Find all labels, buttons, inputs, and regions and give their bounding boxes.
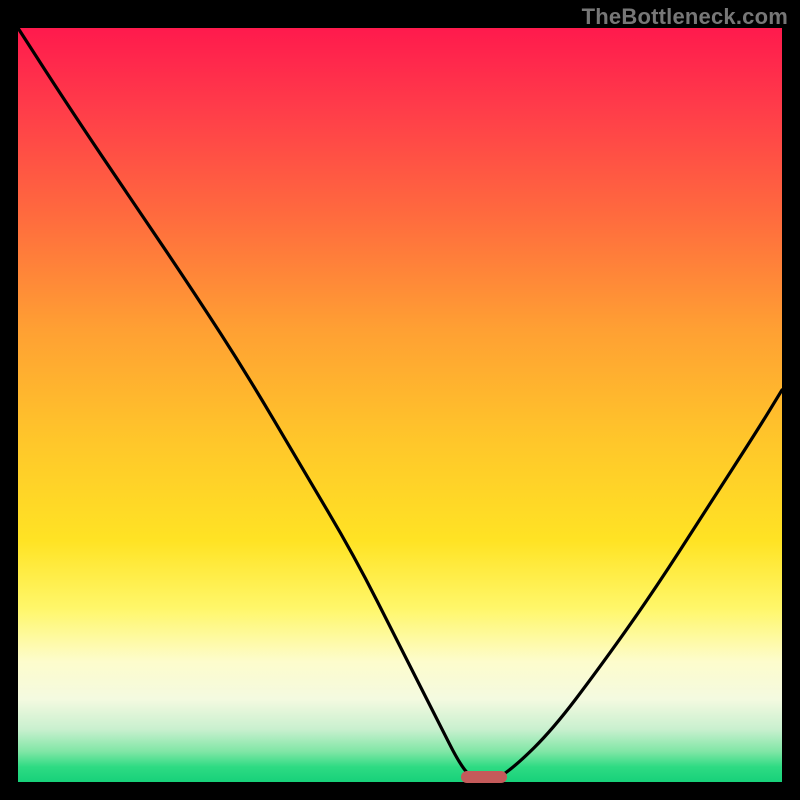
- watermark-text: TheBottleneck.com: [582, 4, 788, 30]
- bottleneck-curve: [18, 28, 782, 782]
- optimal-range-marker: [461, 771, 507, 783]
- chart-frame: TheBottleneck.com: [0, 0, 800, 800]
- plot-area: [18, 28, 782, 782]
- curve-path: [18, 28, 782, 782]
